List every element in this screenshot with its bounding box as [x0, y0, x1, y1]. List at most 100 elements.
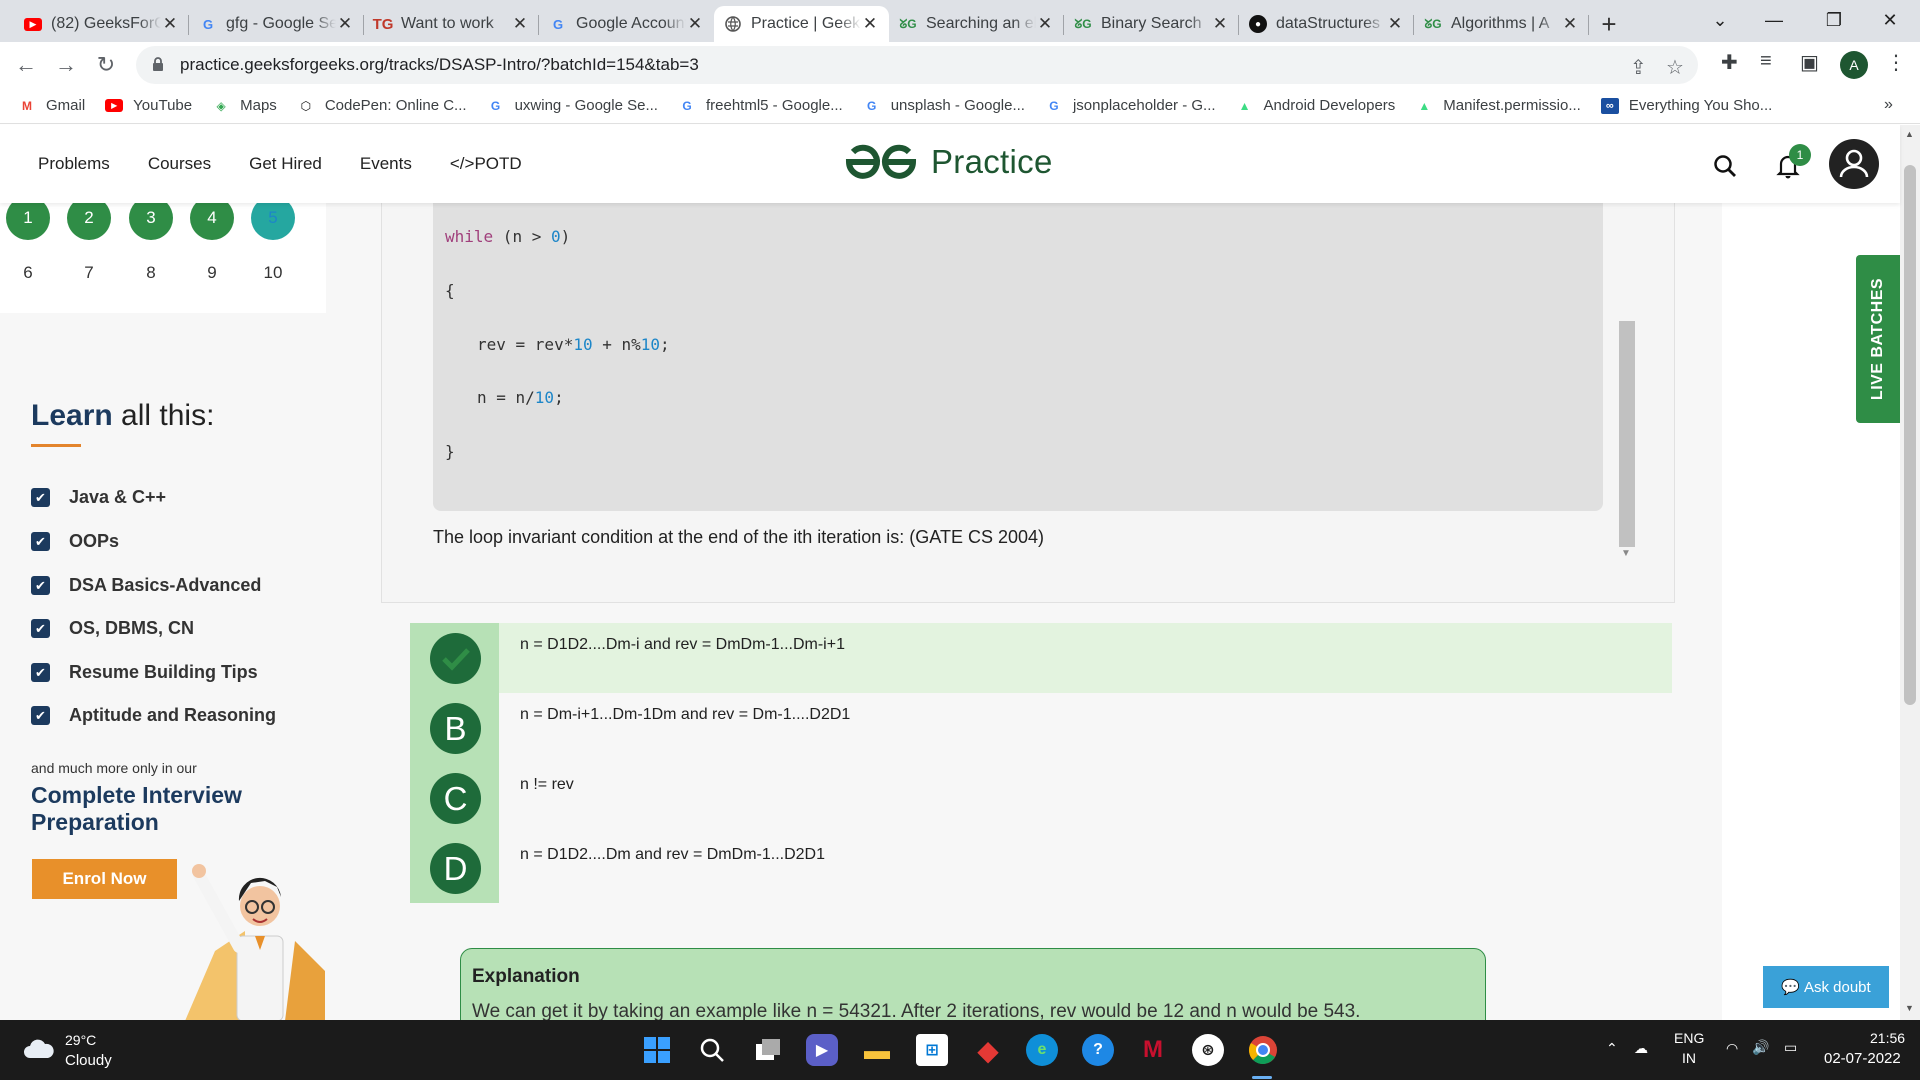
scroll-down-icon[interactable]: ▼	[1905, 1003, 1914, 1013]
option-d[interactable]: D n = D1D2....Dm and rev = DmDm-1...D2D1	[410, 833, 1672, 903]
task-view-icon[interactable]	[752, 1034, 784, 1066]
app-white-circle-icon[interactable]: ⊛	[1192, 1034, 1224, 1066]
bookmark-codepen[interactable]: ⬡ CodePen: Online C...	[297, 97, 467, 114]
bookmark-jsonplaceholder[interactable]: Gjsonplaceholder - G...	[1045, 97, 1215, 114]
chrome-icon[interactable]	[1247, 1034, 1279, 1066]
question-scrollbar-thumb[interactable]	[1619, 321, 1635, 547]
weather-temperature[interactable]: 29°C	[65, 1032, 96, 1048]
battery-icon[interactable]: ▭	[1784, 1039, 1797, 1056]
page-3-button[interactable]: 3	[129, 203, 173, 240]
share-icon[interactable]: ⇪	[1630, 55, 1647, 80]
close-tab-icon[interactable]: ✕	[1561, 14, 1579, 34]
nav-courses[interactable]: Courses	[148, 154, 211, 174]
close-window-button[interactable]: ✕	[1862, 0, 1918, 40]
gfg-logo[interactable]: Practice	[843, 141, 1053, 183]
bookmark-unsplash[interactable]: Gunsplash - Google...	[863, 97, 1025, 114]
weather-condition[interactable]: Cloudy	[65, 1052, 112, 1069]
browser-tab-active[interactable]: Practice | GeeksforGeeks✕	[714, 6, 889, 42]
tab-search-icon[interactable]: ⌄	[1692, 0, 1748, 40]
restore-button[interactable]: ❐	[1806, 0, 1862, 40]
menu-dots-icon[interactable]: ⋮	[1886, 50, 1906, 75]
forward-button[interactable]: →	[46, 45, 86, 85]
bookmark-maps[interactable]: ◈ Maps	[212, 97, 277, 114]
close-tab-icon[interactable]: ✕	[686, 14, 704, 34]
language-region[interactable]: IN	[1682, 1050, 1696, 1066]
bookmark-star-icon[interactable]: ☆	[1666, 55, 1684, 80]
close-tab-icon[interactable]: ✕	[336, 14, 354, 34]
bookmark-youtube[interactable]: ▶ YouTube	[105, 97, 192, 114]
page-scrollbar[interactable]: ▲ ▼	[1900, 125, 1920, 1020]
browser-tab[interactable]: ▶(82) GeeksForGeeks✕	[14, 6, 189, 42]
user-avatar[interactable]	[1829, 139, 1879, 189]
option-a-correct[interactable]: n = D1D2....Dm-i and rev = DmDm-1...Dm-i…	[410, 623, 1672, 693]
search-icon[interactable]	[1713, 154, 1737, 183]
bookmark-android-developers[interactable]: ▲ Android Developers	[1236, 97, 1396, 114]
back-button[interactable]: ←	[6, 45, 46, 85]
ask-doubt-button[interactable]: 💬 Ask doubt	[1763, 966, 1889, 1008]
page-6-button[interactable]: 6	[6, 263, 50, 283]
option-b[interactable]: B n = Dm-i+1...Dm-1Dm and rev = Dm-1....…	[410, 693, 1672, 763]
reload-button[interactable]: ↻	[86, 45, 126, 85]
more-bookmarks-button[interactable]: »	[1884, 96, 1893, 114]
browser-tab[interactable]: G Google Account ✕	[539, 6, 714, 42]
page-5-button-current[interactable]: 5	[251, 203, 295, 240]
teams-chat-icon[interactable]: ▶	[806, 1034, 838, 1066]
file-explorer-icon[interactable]: ▬	[861, 1034, 893, 1066]
mcafee-icon[interactable]: M	[1137, 1034, 1169, 1066]
reading-list-icon[interactable]: ≡	[1760, 50, 1772, 73]
nav-potd[interactable]: </>POTD	[450, 154, 522, 174]
edge-browser-icon[interactable]: e	[1026, 1034, 1058, 1066]
wifi-icon[interactable]: ◠	[1726, 1040, 1738, 1057]
scroll-up-icon[interactable]: ▲	[1905, 129, 1914, 139]
close-tab-icon[interactable]: ✕	[1036, 14, 1054, 34]
browser-tab[interactable]: ᘜG Algorithms | A ✕	[1414, 6, 1589, 42]
browser-tab[interactable]: ᘜGSearching an element✕	[889, 6, 1064, 42]
enrol-now-button[interactable]: Enrol Now	[32, 859, 177, 899]
page-9-button[interactable]: 9	[190, 263, 234, 283]
nav-problems[interactable]: Problems	[38, 154, 110, 174]
page-2-button[interactable]: 2	[67, 203, 111, 240]
browser-tab[interactable]: ● dataStructures ✕	[1239, 6, 1414, 42]
bookmark-freehtml5[interactable]: Gfreehtml5 - Google...	[678, 97, 842, 114]
address-bar[interactable]: practice.geeksforgeeks.org/tracks/DSASP-…	[136, 46, 1698, 84]
close-tab-icon[interactable]: ✕	[1211, 14, 1229, 34]
side-panel-icon[interactable]: ▣	[1800, 50, 1819, 75]
profile-avatar[interactable]: A	[1840, 51, 1868, 79]
chevron-up-icon[interactable]: ⌃	[1606, 1040, 1618, 1057]
page-scrollbar-thumb[interactable]	[1904, 165, 1916, 705]
bookmark-manifest[interactable]: ▲ Manifest.permissio...	[1415, 97, 1581, 114]
live-batches-tab[interactable]: LIVE BATCHES	[1856, 255, 1900, 423]
browser-tab[interactable]: TG Want to work ✕	[364, 6, 539, 42]
volume-icon[interactable]: 🔊	[1752, 1039, 1769, 1056]
microsoft-store-icon[interactable]: ⊞	[916, 1034, 948, 1066]
page-4-button[interactable]: 4	[190, 203, 234, 240]
close-tab-icon[interactable]: ✕	[861, 14, 879, 34]
extensions-icon[interactable]: ✚	[1721, 50, 1738, 75]
clock-date[interactable]: 02-07-2022	[1824, 1050, 1901, 1067]
page-7-button[interactable]: 7	[67, 263, 111, 283]
nav-events[interactable]: Events	[360, 154, 412, 174]
minimize-button[interactable]: —	[1746, 0, 1802, 40]
onedrive-icon[interactable]: ☁	[1634, 1040, 1648, 1057]
language-indicator[interactable]: ENG	[1674, 1030, 1704, 1046]
bookmark-gmail[interactable]: M Gmail	[18, 97, 85, 114]
app-red-diamond-icon[interactable]: ◆	[972, 1034, 1004, 1066]
search-icon[interactable]	[696, 1034, 728, 1066]
page-1-button[interactable]: 1	[6, 203, 50, 240]
windows-start-icon[interactable]	[641, 1034, 673, 1066]
bookmark-everything[interactable]: ∞ Everything You Sho...	[1600, 97, 1772, 114]
new-tab-button[interactable]: +	[1589, 6, 1629, 42]
page-8-button[interactable]: 8	[129, 263, 173, 283]
page-10-button[interactable]: 10	[251, 263, 295, 283]
close-tab-icon[interactable]: ✕	[161, 14, 179, 34]
browser-tab[interactable]: ᘜG Binary Search ✕	[1064, 6, 1239, 42]
browser-tab[interactable]: Ggfg - Google Search✕	[189, 6, 364, 42]
bookmark-uxwing[interactable]: Guxwing - Google Se...	[487, 97, 658, 114]
option-c[interactable]: C n != rev	[410, 763, 1672, 833]
close-tab-icon[interactable]: ✕	[511, 14, 529, 34]
app-blue-icon[interactable]: ?	[1082, 1034, 1114, 1066]
scroll-down-arrow-icon[interactable]: ▼	[1621, 548, 1631, 559]
clock-time[interactable]: 21:56	[1870, 1030, 1905, 1046]
nav-get-hired[interactable]: Get Hired	[249, 154, 322, 174]
close-tab-icon[interactable]: ✕	[1386, 14, 1404, 34]
